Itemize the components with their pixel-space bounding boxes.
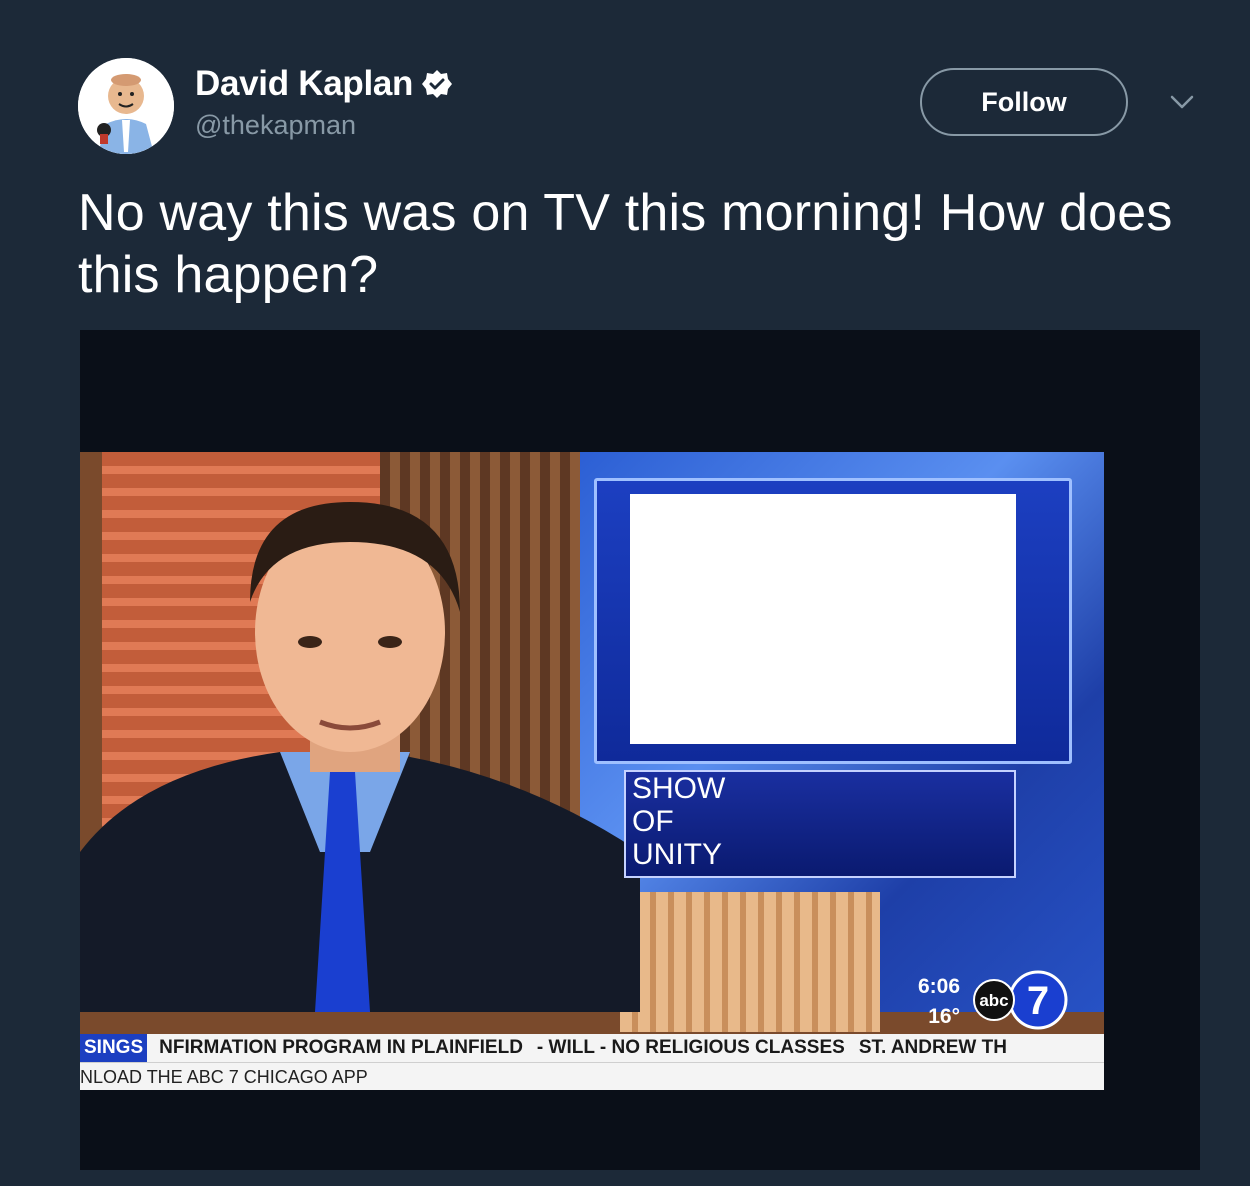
display-name[interactable]: David Kaplan	[195, 64, 413, 104]
tv-screen: SHOW OF UNITY 6:06 16° 7 abc SINGS NFIRMA…	[80, 452, 1104, 1090]
name-row: David Kaplan	[195, 64, 453, 104]
temperature: 16°	[928, 1005, 960, 1028]
graphic-caption-line: SHOW	[632, 772, 726, 805]
graphic-caption-line: OF	[632, 805, 674, 838]
news-anchor-figure	[80, 502, 640, 1012]
ticker-tag: SINGS	[80, 1034, 148, 1062]
ticker-item: ST. ANDREW TH	[858, 1037, 1007, 1058]
avatar[interactable]	[78, 58, 174, 154]
chevron-down-icon[interactable]	[1168, 92, 1196, 112]
abc7-logo-icon: 7 abc	[973, 970, 1068, 1030]
clock-time: 6:06	[917, 975, 960, 998]
tweet-media-photo[interactable]: SHOW OF UNITY 6:06 16° 7 abc SINGS NFIRMA…	[80, 330, 1200, 1170]
graphic-caption-line: UNITY	[632, 838, 722, 871]
user-handle[interactable]: @thekapman	[195, 110, 356, 141]
censored-white-box	[630, 494, 1016, 744]
ticker-top-line: SINGS NFIRMATION PROGRAM IN PLAINFIELD - W…	[80, 1034, 1104, 1062]
clock-temperature: 6:06 16°	[910, 972, 960, 1032]
follow-button[interactable]: Follow	[920, 68, 1128, 136]
tweet-text: No way this was on TV this morning! How …	[78, 184, 1173, 304]
avatar-illustration	[78, 58, 174, 154]
news-ticker: SINGS NFIRMATION PROGRAM IN PLAINFIELD - W…	[80, 1034, 1104, 1090]
verified-badge-icon	[422, 70, 453, 98]
station-logo-text: abc	[979, 991, 1008, 1010]
ticker-headline: NFIRMATION PROGRAM IN PLAINFIELD	[159, 1037, 523, 1058]
ticker-item: - WILL - NO RELIGIOUS CLASSES	[536, 1037, 845, 1058]
station-number: 7	[1027, 979, 1049, 1023]
graphic-caption: SHOW OF UNITY	[632, 772, 932, 871]
ticker-bottom-line: NLOAD THE ABC 7 CHICAGO APP	[80, 1062, 1104, 1090]
background-building-lower	[620, 892, 880, 1032]
